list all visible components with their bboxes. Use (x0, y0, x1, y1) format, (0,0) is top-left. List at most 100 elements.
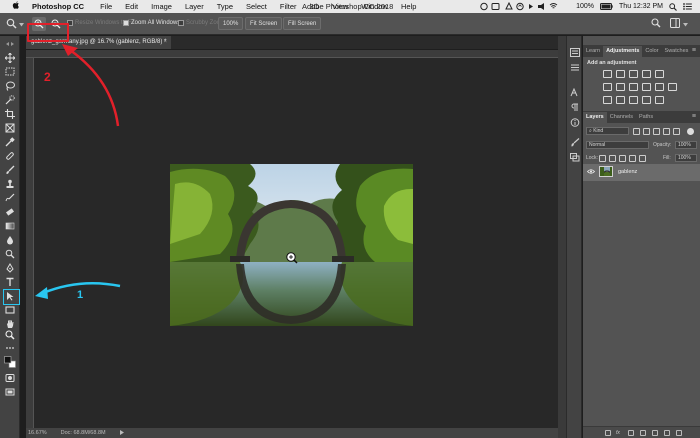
menu-file[interactable]: File (100, 2, 112, 11)
healing-brush-tool-icon[interactable] (4, 150, 16, 161)
add-mask-icon[interactable] (628, 430, 634, 436)
gradient-tool-icon[interactable] (4, 220, 16, 231)
quick-mask-icon[interactable] (4, 372, 16, 383)
selective-color-icon[interactable] (655, 96, 664, 104)
zoom-tool-preset-icon[interactable] (6, 18, 17, 31)
document-image[interactable] (170, 164, 413, 326)
vertical-ruler[interactable] (26, 58, 34, 428)
frame-tool-icon[interactable] (4, 122, 16, 133)
menu-layer[interactable]: Layer (185, 2, 204, 11)
menu-edit[interactable]: Edit (125, 2, 138, 11)
black-white-icon[interactable] (629, 83, 638, 91)
menu-help[interactable]: Help (401, 2, 416, 11)
screen-mode-icon[interactable] (4, 386, 16, 397)
channel-mixer-icon[interactable] (655, 83, 664, 91)
close-tab-icon[interactable]: × (163, 36, 167, 49)
smart-object-filter-icon[interactable] (673, 128, 680, 135)
menu-filter[interactable]: Filter (280, 2, 297, 11)
zoom-level[interactable]: 16.67% (28, 430, 47, 436)
app-menu[interactable]: Photoshop CC (32, 2, 84, 11)
menu-image[interactable]: Image (151, 2, 172, 11)
new-group-icon[interactable] (652, 430, 658, 436)
zoom-100-button[interactable]: 100% (218, 17, 244, 30)
zoom-all-windows-checkbox[interactable]: Zoom All Windows (123, 20, 180, 26)
move-tool-icon[interactable] (4, 52, 16, 63)
pixel-filter-icon[interactable] (633, 128, 640, 135)
crop-tool-icon[interactable] (4, 108, 16, 119)
lock-all-icon[interactable] (639, 155, 646, 162)
zoom-tool-icon[interactable] (4, 329, 16, 340)
vibrance-icon[interactable] (655, 70, 664, 78)
dodge-tool-icon[interactable] (4, 248, 16, 259)
paragraph-panel-icon[interactable] (570, 103, 580, 112)
layer-row[interactable]: gablenz (583, 164, 700, 181)
photo-filter-icon[interactable] (642, 83, 651, 91)
menu-type[interactable]: Type (217, 2, 233, 11)
horizontal-ruler[interactable] (26, 50, 558, 58)
spotlight-icon[interactable] (669, 2, 677, 11)
tab-channels[interactable]: Channels (607, 112, 636, 123)
eraser-tool-icon[interactable] (4, 206, 16, 217)
apple-menu-icon[interactable] (10, 1, 22, 12)
more-tools-icon[interactable] (4, 342, 16, 353)
quick-selection-tool-icon[interactable] (4, 94, 16, 105)
link-layers-icon[interactable] (605, 430, 611, 436)
threshold-icon[interactable] (629, 96, 638, 104)
color-balance-icon[interactable] (616, 83, 625, 91)
history-brush-tool-icon[interactable] (4, 192, 16, 203)
lock-transparent-icon[interactable] (599, 155, 606, 162)
history-panel-icon[interactable] (570, 48, 580, 57)
exposure-icon[interactable] (642, 70, 651, 78)
fit-screen-button[interactable]: Fit Screen (245, 17, 283, 30)
search-icon[interactable] (651, 18, 661, 30)
invert-icon[interactable] (603, 96, 612, 104)
brush-tool-icon[interactable] (4, 164, 16, 175)
workspace-dropdown-icon[interactable] (683, 22, 688, 29)
levels-icon[interactable] (616, 70, 625, 78)
status-arrow-icon[interactable] (119, 429, 124, 437)
panel-menu-icon[interactable]: ≡ (692, 111, 696, 122)
gradient-map-icon[interactable] (642, 96, 651, 104)
filter-toggle-icon[interactable] (687, 128, 694, 135)
properties-panel-icon[interactable] (570, 63, 580, 72)
info-panel-icon[interactable] (570, 118, 580, 127)
hand-tool-icon[interactable] (4, 318, 16, 329)
panel-menu-icon[interactable]: ≡ (692, 45, 696, 56)
tab-learn[interactable]: Learn (583, 46, 603, 57)
opacity-field[interactable]: 100% (675, 141, 697, 149)
fx-button[interactable]: fx (616, 430, 620, 436)
eye-icon[interactable] (586, 169, 596, 176)
curves-icon[interactable] (629, 70, 638, 78)
lock-artboard-icon[interactable] (629, 155, 636, 162)
preset-dropdown-icon[interactable] (19, 22, 24, 29)
marquee-tool-icon[interactable] (4, 66, 16, 77)
fill-field[interactable]: 100% (675, 154, 697, 162)
blend-mode-select[interactable]: Normal (586, 141, 649, 149)
tab-layers[interactable]: Layers (583, 112, 607, 123)
tab-color[interactable]: Color (642, 46, 661, 57)
new-layer-icon[interactable] (664, 430, 670, 436)
eyedropper-tool-icon[interactable] (4, 136, 16, 147)
adjustment-filter-icon[interactable] (643, 128, 650, 135)
pen-tool-icon[interactable] (4, 262, 16, 273)
lock-position-icon[interactable] (619, 155, 626, 162)
shape-filter-icon[interactable] (663, 128, 670, 135)
tab-paths[interactable]: Paths (636, 112, 656, 123)
hue-saturation-icon[interactable] (603, 83, 612, 91)
delete-layer-icon[interactable] (676, 430, 682, 436)
tab-swatches[interactable]: Swatches (662, 46, 692, 57)
layer-filter-kind-select[interactable]: ⌕ Kind (586, 127, 629, 135)
clone-stamp-tool-icon[interactable] (4, 178, 16, 189)
fill-screen-button[interactable]: Fill Screen (283, 17, 322, 30)
tab-adjustments[interactable]: Adjustments (603, 46, 643, 57)
workspace-icon[interactable] (670, 18, 680, 30)
layer-comps-panel-icon[interactable] (570, 153, 580, 162)
clock[interactable]: Thu 12:32 PM (619, 3, 663, 10)
type-filter-icon[interactable] (653, 128, 660, 135)
rectangle-tool-icon[interactable] (4, 304, 16, 315)
new-adjustment-layer-icon[interactable] (640, 430, 646, 436)
brightness-contrast-icon[interactable] (603, 70, 612, 78)
color-swatches-icon[interactable] (4, 354, 16, 370)
layer-name[interactable]: gablenz (618, 169, 637, 175)
posterize-icon[interactable] (616, 96, 625, 104)
